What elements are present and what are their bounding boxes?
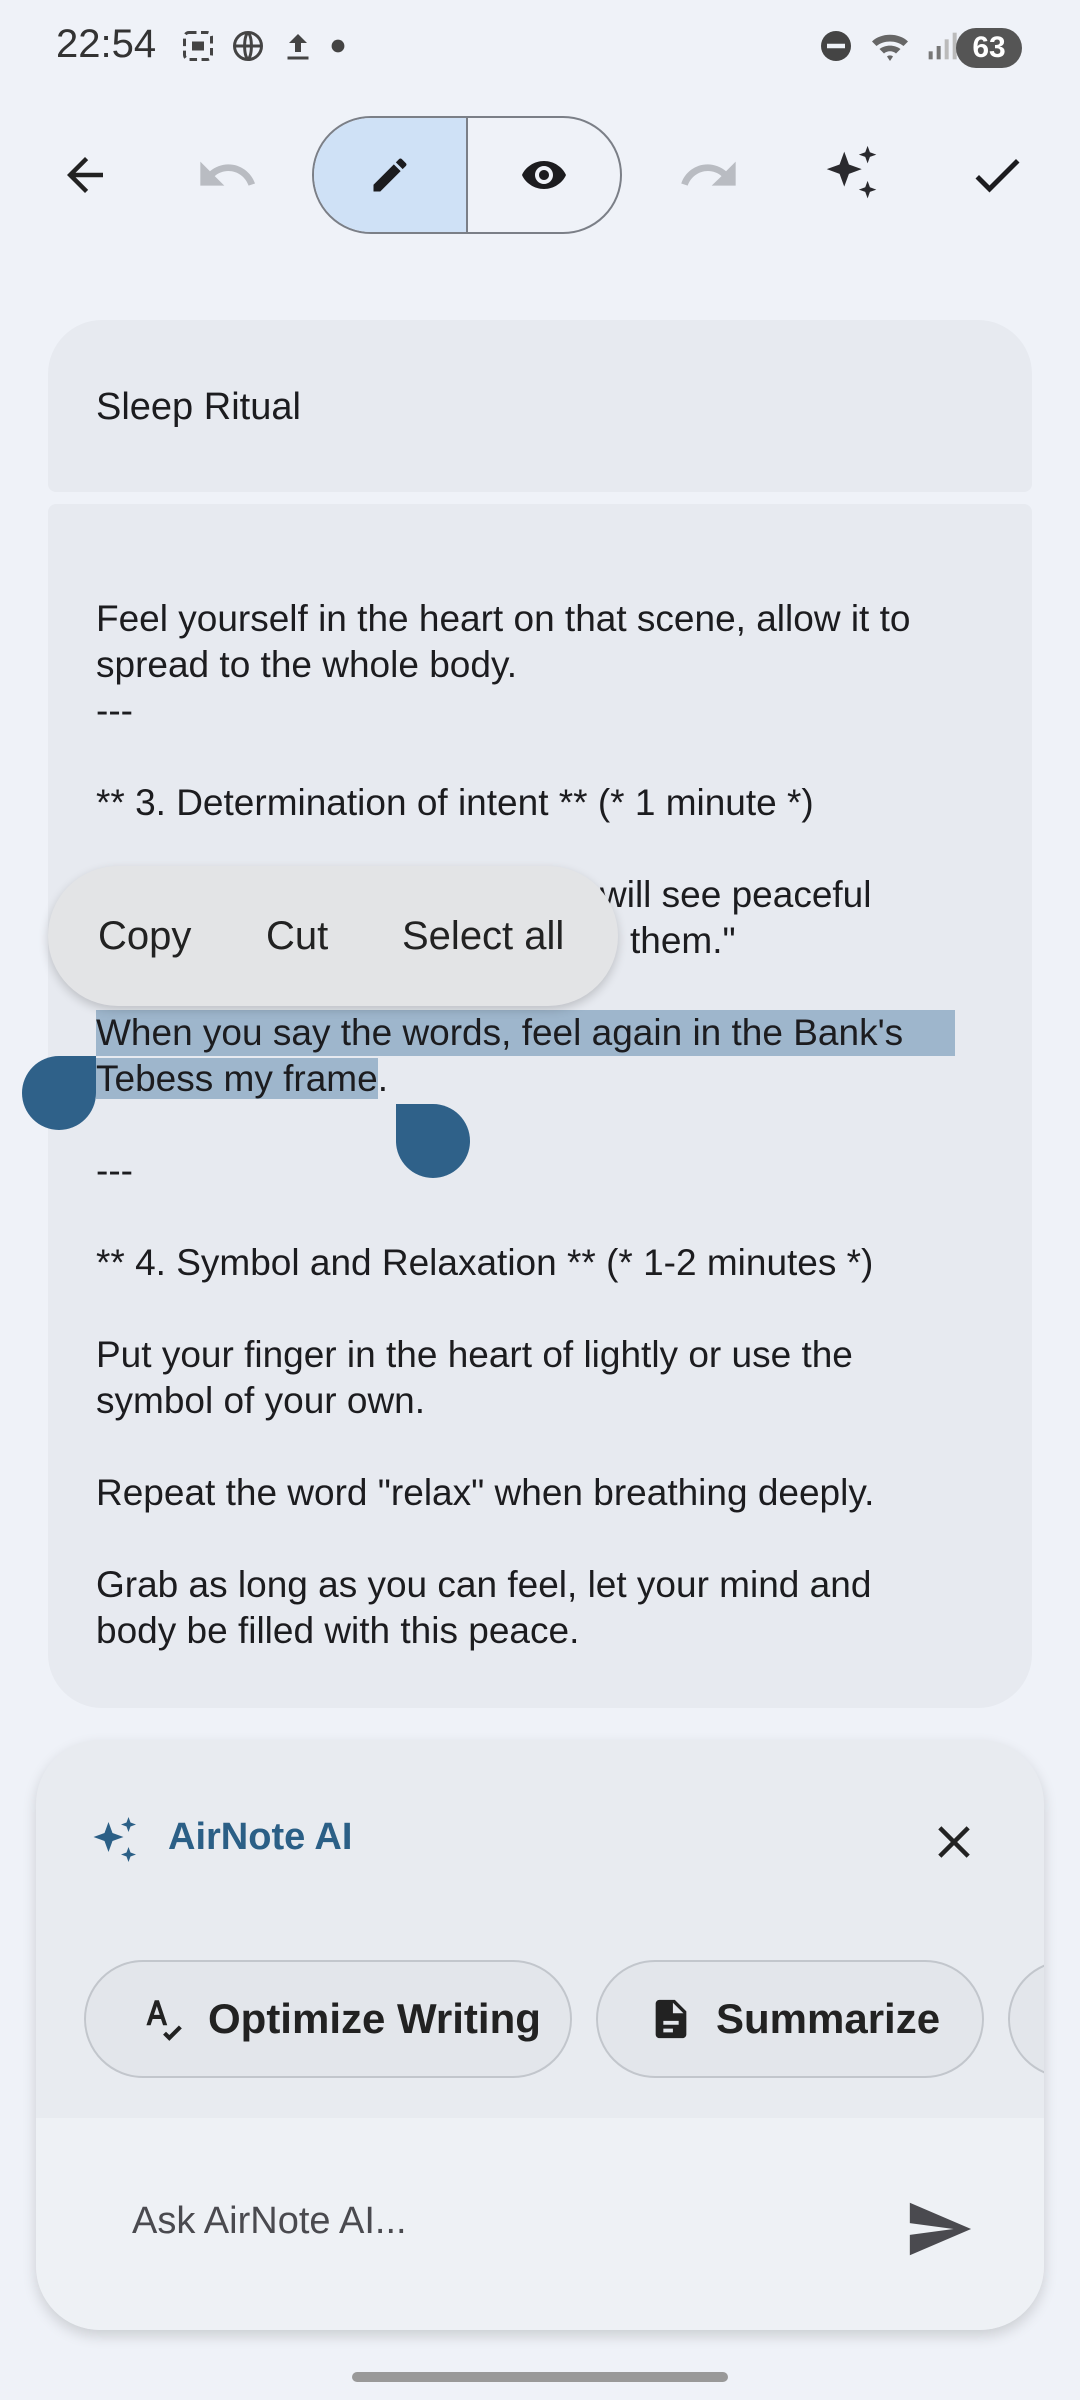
send-button[interactable]: [884, 2174, 994, 2284]
sparkle-icon: [826, 145, 877, 199]
body-line: ** 4. Symbol and Relaxation ** (* 1-2 mi…: [96, 1242, 874, 1283]
selected-text[interactable]: Tebess my frame: [96, 1058, 378, 1099]
body-line: Put your finger in the heart of lightly …: [96, 1334, 853, 1375]
note-title-field[interactable]: Sleep Ritual: [48, 320, 1032, 492]
spellcheck-icon: [146, 2000, 182, 2041]
body-line: Repeat the word "relax" when breathing d…: [96, 1472, 875, 1513]
body-line: symbol of your own.: [96, 1380, 426, 1421]
home-gesture-bar[interactable]: [352, 2372, 728, 2382]
note-title: Sleep Ritual: [96, 386, 301, 428]
cut-menu-item[interactable]: Cut: [266, 914, 328, 959]
document-icon: [655, 1999, 687, 2039]
summarize-label: Summarize: [716, 1995, 941, 2042]
redo-icon: [681, 161, 736, 186]
redo-button[interactable]: [664, 130, 754, 220]
body-line: spread to the whole body.: [96, 644, 517, 685]
undo-button[interactable]: [182, 130, 272, 220]
select-all-menu-item[interactable]: Select all: [402, 914, 564, 959]
body-line: them.": [630, 920, 736, 961]
signal-icon: [928, 32, 957, 60]
period-text: .: [377, 1058, 388, 1099]
selected-text-line[interactable]: When you say the words, feel again in th…: [96, 1010, 956, 1056]
eye-icon: [522, 161, 566, 189]
ai-assistant-panel: AirNote AI Optimize Writing Summarize As…: [36, 1740, 1044, 2330]
close-ai-panel-button[interactable]: [914, 1802, 994, 1882]
check-icon: [975, 159, 1020, 193]
status-right-icons: [818, 28, 958, 64]
close-icon: [938, 1826, 970, 1858]
ai-button[interactable]: [808, 130, 898, 220]
globe-icon: [233, 31, 263, 61]
copy-menu-item[interactable]: Copy: [98, 914, 191, 959]
body-line: body be filled with this peace.: [96, 1610, 580, 1651]
back-button[interactable]: [40, 130, 130, 220]
optimize-writing-chip[interactable]: Optimize Writing: [84, 1960, 572, 2078]
done-button[interactable]: [952, 130, 1042, 220]
edit-mode-button[interactable]: [314, 118, 468, 232]
wifi-icon: [872, 34, 908, 61]
do-not-disturb-icon: [821, 31, 851, 61]
screenshot-icon: [183, 31, 213, 61]
optimize-writing-label: Optimize Writing: [208, 1995, 541, 2042]
upload-icon: [287, 34, 309, 60]
selection-end-handle[interactable]: [396, 1104, 470, 1178]
undo-icon: [200, 161, 255, 186]
battery-indicator: 63: [956, 28, 1022, 68]
ai-sparkle-icon: [93, 1817, 136, 1862]
status-time: 22:54: [56, 22, 157, 66]
selection-start-handle[interactable]: [22, 1056, 96, 1130]
selected-text-line-2: Tebess my frame.: [96, 1056, 388, 1102]
status-left-icons: [180, 28, 346, 64]
send-icon: [909, 2202, 972, 2256]
preview-mode-button[interactable]: [468, 118, 620, 232]
ai-input-area: Ask AirNote AI...: [36, 2118, 1044, 2330]
mode-toggle[interactable]: [312, 116, 622, 234]
body-line: ---: [96, 690, 133, 731]
status-bar: 22:54 63: [0, 0, 1080, 100]
body-line: ** 3. Determination of intent ** (* 1 mi…: [96, 782, 814, 823]
more-chip[interactable]: [1008, 1960, 1044, 2078]
body-line: will see peaceful: [600, 874, 872, 915]
body-line: Feel yourself in the heart on that scene…: [96, 598, 911, 639]
ask-ai-input[interactable]: Ask AirNote AI...: [132, 2200, 407, 2243]
summarize-chip[interactable]: Summarize: [596, 1960, 984, 2078]
dot-icon: [331, 39, 345, 53]
body-line: Grab as long as you can feel, let your m…: [96, 1564, 872, 1605]
pencil-icon: [373, 158, 407, 192]
ai-panel-title: AirNote AI: [168, 1816, 353, 1858]
text-selection-menu: Copy Cut Select all: [48, 866, 618, 1006]
body-line: ---: [96, 1150, 133, 1191]
back-arrow-icon: [67, 157, 103, 193]
